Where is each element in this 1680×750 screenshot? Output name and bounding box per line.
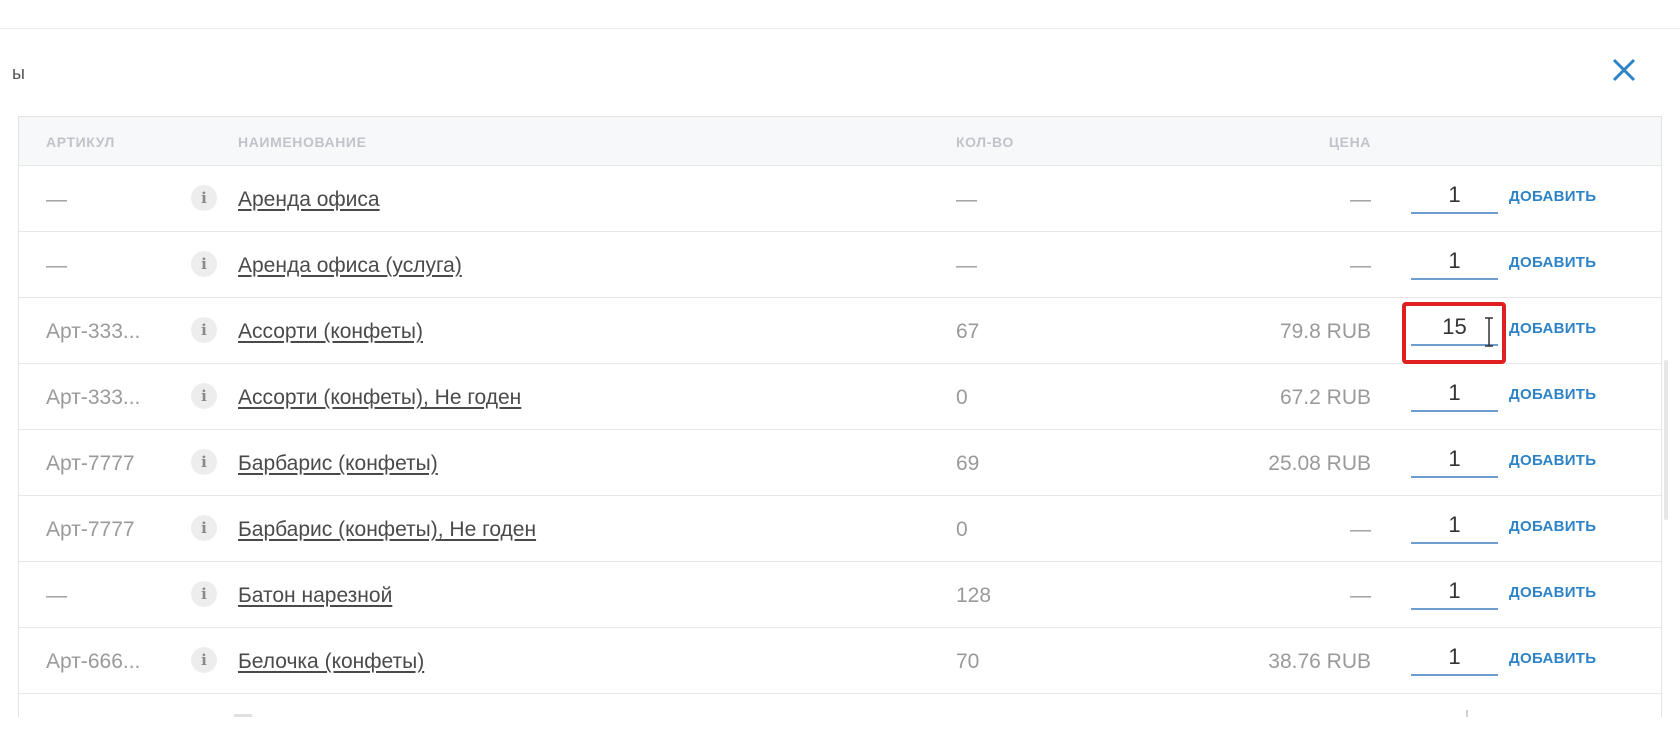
table-row: Арт-7777 i Барбарис (конфеты), Не годен …: [19, 496, 1661, 562]
stock-qty-cell: 0: [956, 518, 968, 541]
table-row: Арт-333... i Ассорти (конфеты), Не годен…: [19, 364, 1661, 430]
header-qty: КОЛ-ВО: [956, 134, 1014, 150]
price-cell: 79.8 RUB: [1279, 320, 1371, 343]
product-name-link[interactable]: Аренда офиса (услуга): [238, 254, 462, 278]
stock-qty-cell: 69: [956, 452, 980, 475]
info-icon[interactable]: i: [191, 647, 217, 673]
info-icon[interactable]: i: [191, 251, 217, 277]
table-header: АРТИКУЛ НАИМЕНОВАНИЕ КОЛ-ВО ЦЕНА: [19, 117, 1661, 166]
sku-cell: Арт-7777: [46, 518, 135, 541]
sku-cell: —: [46, 254, 67, 277]
info-icon[interactable]: i: [191, 185, 217, 211]
stock-qty-cell: 0: [956, 386, 968, 409]
close-button[interactable]: [1608, 54, 1640, 86]
table-row: — i Батон нарезной 128 — ДОБАВИТЬ: [19, 562, 1661, 628]
add-button[interactable]: ДОБАВИТЬ: [1509, 386, 1596, 403]
add-button[interactable]: ДОБАВИТЬ: [1509, 650, 1596, 667]
product-name-link[interactable]: Ассорти (конфеты), Не годен: [238, 386, 521, 410]
table-row: Арт-7777 i Барбарис (конфеты) 69 25.08 R…: [19, 430, 1661, 496]
info-icon[interactable]: i: [191, 515, 217, 541]
products-table: АРТИКУЛ НАИМЕНОВАНИЕ КОЛ-ВО ЦЕНА — i Аре…: [18, 116, 1662, 717]
add-button[interactable]: ДОБАВИТЬ: [1509, 254, 1596, 271]
stock-qty-cell: —: [956, 188, 977, 211]
amount-input[interactable]: [1411, 574, 1498, 610]
product-name-link[interactable]: Батон нарезной: [238, 584, 392, 608]
stock-qty-cell: 70: [956, 650, 980, 673]
partial-row-fragment: [234, 714, 252, 717]
scrollbar-thumb[interactable]: [1664, 360, 1668, 520]
table-row: — i Аренда офиса (услуга) — — ДОБАВИТЬ: [19, 232, 1661, 298]
stock-qty-cell: 128: [956, 584, 992, 607]
table-row: Арт-333... i Ассорти (конфеты) 67 79.8 R…: [19, 298, 1661, 364]
header-price: ЦЕНА: [1328, 134, 1371, 150]
amount-input[interactable]: [1411, 376, 1498, 412]
header-sku: АРТИКУЛ: [46, 134, 115, 150]
sku-cell: —: [46, 188, 67, 211]
add-button[interactable]: ДОБАВИТЬ: [1509, 584, 1596, 601]
sku-cell: Арт-666...: [46, 650, 141, 673]
amount-input[interactable]: [1411, 640, 1498, 676]
amount-input[interactable]: [1411, 508, 1498, 544]
amount-input[interactable]: [1411, 178, 1498, 214]
product-name-link[interactable]: Барбарис (конфеты): [238, 452, 438, 476]
sku-cell: —: [46, 584, 67, 607]
close-icon: [1612, 58, 1636, 82]
price-cell: 25.08 RUB: [1268, 452, 1371, 475]
add-button[interactable]: ДОБАВИТЬ: [1509, 320, 1596, 337]
product-name-link[interactable]: Ассорти (конфеты): [238, 320, 423, 344]
table-row: — i Аренда офиса — — ДОБАВИТЬ: [19, 166, 1661, 232]
sku-cell: Арт-7777: [46, 452, 135, 475]
header-name: НАИМЕНОВАНИЕ: [238, 134, 367, 150]
product-name-link[interactable]: Аренда офиса: [238, 188, 380, 212]
text-cursor-icon: [1485, 317, 1493, 347]
sku-cell: Арт-333...: [46, 320, 141, 343]
price-cell: 67.2 RUB: [1279, 386, 1371, 409]
price-cell: 38.76 RUB: [1268, 650, 1371, 673]
add-button[interactable]: ДОБАВИТЬ: [1509, 452, 1596, 469]
amount-input[interactable]: [1411, 244, 1498, 280]
amount-input[interactable]: [1411, 442, 1498, 478]
add-button[interactable]: ДОБАВИТЬ: [1509, 188, 1596, 205]
partial-row-fragment: [1466, 710, 1468, 717]
price-cell: —: [1350, 188, 1371, 211]
price-cell: —: [1350, 584, 1371, 607]
product-name-link[interactable]: Барбарис (конфеты), Не годен: [238, 518, 536, 542]
info-icon[interactable]: i: [191, 383, 217, 409]
price-cell: —: [1350, 518, 1371, 541]
info-icon[interactable]: i: [191, 317, 217, 343]
info-icon[interactable]: i: [191, 449, 217, 475]
stock-qty-cell: —: [956, 254, 977, 277]
top-divider: [0, 28, 1680, 29]
partial-table-row: [19, 694, 1661, 717]
info-icon[interactable]: i: [191, 581, 217, 607]
table-row: Арт-666... i Белочка (конфеты) 70 38.76 …: [19, 628, 1661, 694]
product-name-link[interactable]: Белочка (конфеты): [238, 650, 424, 674]
price-cell: —: [1350, 254, 1371, 277]
add-button[interactable]: ДОБАВИТЬ: [1509, 518, 1596, 535]
stock-qty-cell: 67: [956, 320, 980, 343]
sku-cell: Арт-333...: [46, 386, 141, 409]
modal-title: ы: [12, 63, 25, 83]
